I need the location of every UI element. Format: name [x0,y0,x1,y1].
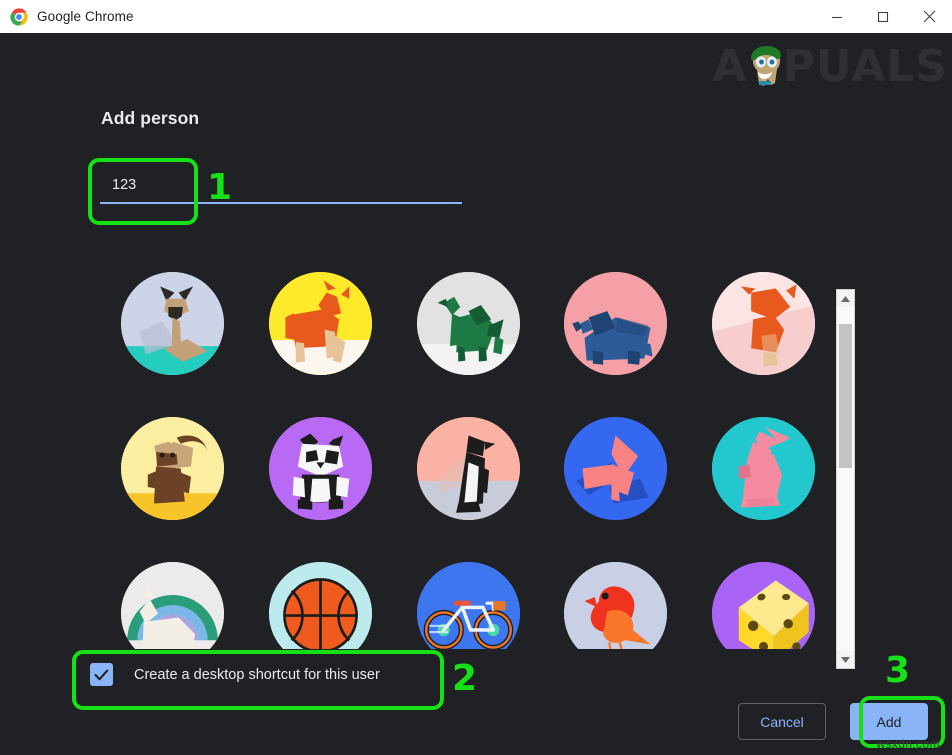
title-bar: Google Chrome [0,0,952,33]
desktop-shortcut-label: Create a desktop shortcut for this user [134,666,380,683]
scroll-down-arrow-icon[interactable] [837,651,854,668]
avatar-option-origami-elephant[interactable] [543,251,688,396]
scrollbar-thumb[interactable] [839,324,852,468]
avatar-option-origami-rabbit[interactable] [691,396,836,541]
avatar-option-basketball[interactable] [248,541,393,649]
site-watermark: wsxdn.com [876,737,940,751]
origami-rabbit-icon [712,417,815,520]
name-input[interactable] [100,167,462,202]
avatar-option-origami-panda[interactable] [248,396,393,541]
origami-dragon-icon [416,272,520,375]
origami-panda-icon [268,417,372,520]
desktop-shortcut-checkbox[interactable]: Create a desktop shortcut for this user [90,663,380,686]
scrollbar-track[interactable] [837,307,854,651]
origami-elephant-icon [564,272,668,375]
chrome-add-person-window: Google Chrome A PUALS Add person 123 1 C… [0,0,952,755]
dialog-actions: Cancel Add [738,703,928,740]
window-title: Google Chrome [37,9,134,24]
avatar-option-origami-butterfly[interactable] [543,396,688,541]
scroll-up-arrow-icon[interactable] [837,290,854,307]
origami-monkey-icon [121,417,224,520]
origami-fox-icon [712,272,815,375]
dialog-content: A PUALS Add person 123 1 Create a deskto… [0,33,952,755]
avatar-option-red-bird[interactable] [543,541,688,649]
appuals-letters-rest: PUALS [782,41,948,92]
basketball-icon [268,562,372,649]
chrome-logo-icon [10,7,28,26]
avatar-grid [100,251,836,649]
maximize-button[interactable] [860,0,906,33]
checkbox-checked-icon[interactable] [90,663,113,686]
avatar-grid-scrollbar[interactable] [836,289,855,669]
name-input-field[interactable] [100,167,462,204]
origami-penguin-icon [416,417,520,520]
appuals-mascot-icon [746,45,786,89]
minimize-button[interactable] [814,0,860,33]
window-controls [814,0,952,33]
origami-butterfly-icon [564,417,668,520]
annotation-number-2: 2 [452,658,478,699]
avatar-option-origami-dog[interactable] [248,251,393,396]
origami-unicorn-icon [121,562,224,649]
add-button[interactable]: Add [850,703,928,740]
avatar-option-origami-monkey[interactable] [100,396,245,541]
avatar-option-bicycle[interactable] [396,541,541,649]
annotation-number-3: 3 [885,650,911,691]
appuals-watermark: A PUALS [713,41,948,92]
red-bird-icon [564,562,668,649]
origami-cat-icon [121,272,224,375]
cancel-button[interactable]: Cancel [738,703,826,740]
avatar-option-origami-fox[interactable] [691,251,836,396]
avatar-option-origami-penguin[interactable] [396,396,541,541]
close-button[interactable] [906,0,952,33]
page-title: Add person [101,108,200,128]
bicycle-icon [416,562,520,649]
cheese-icon [712,562,815,649]
origami-dog-icon [268,272,372,375]
avatar-option-origami-cat[interactable] [100,251,245,396]
appuals-letter-a: A [712,41,748,92]
avatar-option-origami-dragon[interactable] [396,251,541,396]
avatar-option-cheese[interactable] [691,541,836,649]
avatar-option-origami-unicorn[interactable] [100,541,245,649]
